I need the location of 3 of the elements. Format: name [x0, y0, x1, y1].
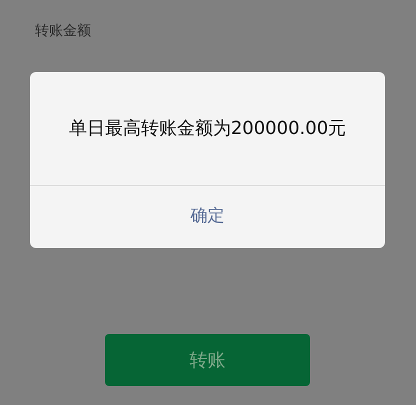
dialog-message: 单日最高转账金额为200000.00元: [68, 117, 346, 141]
amount-label: 转账金额: [35, 23, 91, 39]
confirm-button[interactable]: 确定: [30, 186, 385, 248]
